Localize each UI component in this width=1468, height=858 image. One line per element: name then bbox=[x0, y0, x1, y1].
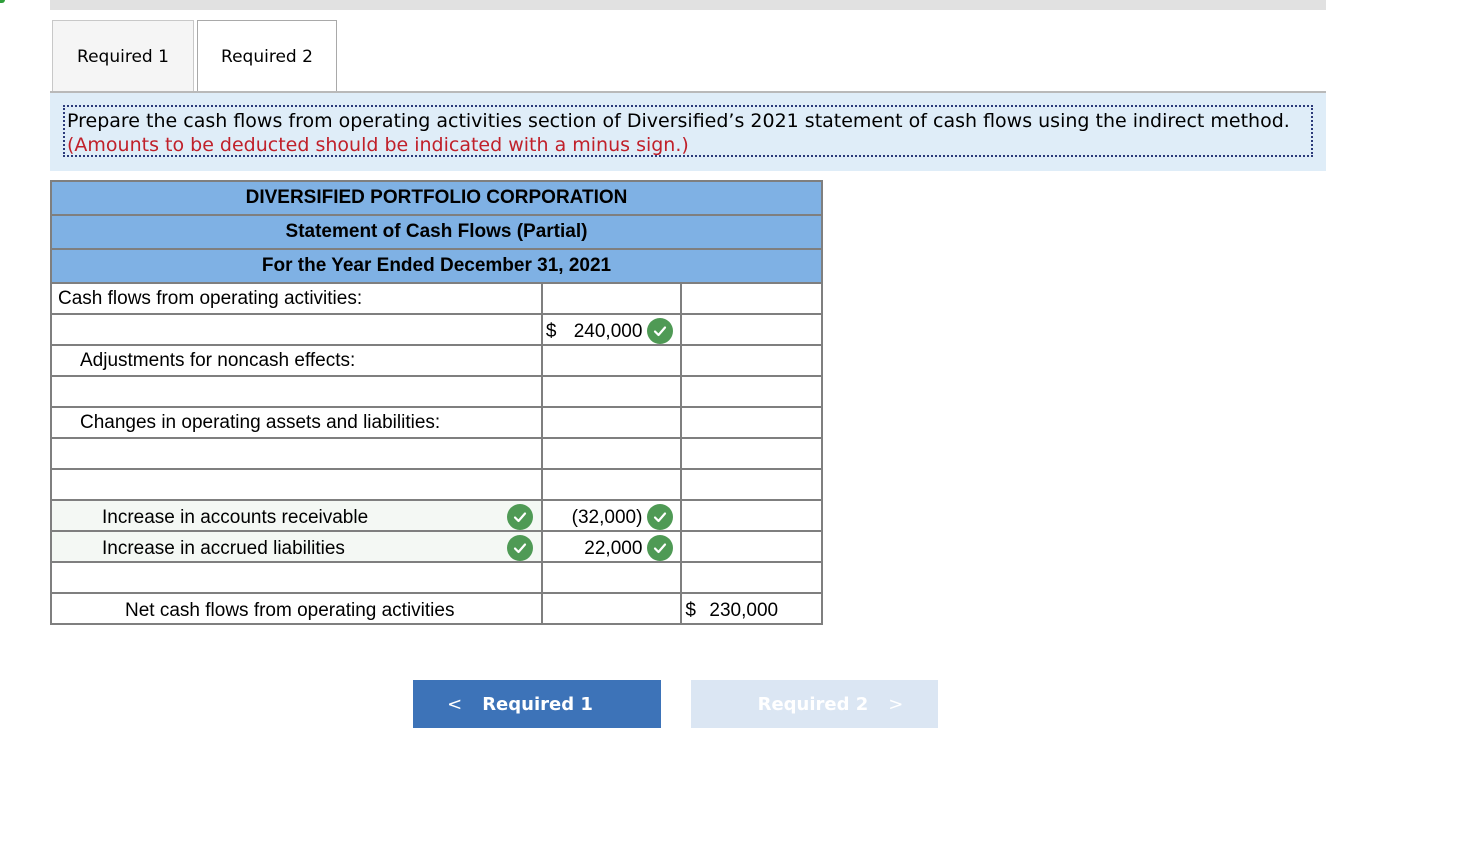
accrued-label: Increase in accrued liabilities bbox=[102, 538, 345, 559]
check-icon bbox=[506, 535, 533, 561]
chevron-right-icon: > bbox=[888, 693, 904, 715]
table-row: Increase in accrued liabilities 22,000 bbox=[50, 530, 823, 563]
input-cell[interactable] bbox=[680, 375, 823, 408]
net-income-amount-cell[interactable]: $ 240,000 bbox=[540, 313, 683, 346]
ar-label: Increase in accounts receivable bbox=[102, 507, 369, 528]
instructions-main: Prepare the cash flows from operating ac… bbox=[67, 110, 1290, 132]
ar-amount: (32,000) bbox=[571, 507, 643, 528]
input-cell[interactable] bbox=[50, 468, 543, 501]
next-button[interactable]: Required 2 > bbox=[691, 680, 938, 728]
input-cell[interactable] bbox=[540, 592, 683, 625]
input-cell[interactable] bbox=[680, 468, 823, 501]
prev-button[interactable]: < Required 1 bbox=[413, 680, 661, 728]
ar-label-cell[interactable]: Increase in accounts receivable bbox=[50, 499, 543, 532]
table-row bbox=[50, 468, 823, 501]
net-cash-label: Net cash flows from operating activities bbox=[125, 600, 455, 621]
ar-amount-cell[interactable]: (32,000) bbox=[540, 499, 683, 532]
table-row: Cash flows from operating activities: bbox=[50, 282, 823, 315]
accrued-amount: 22,000 bbox=[584, 538, 643, 559]
net-cash-amount-cell[interactable]: $ 230,000 bbox=[680, 592, 823, 625]
instructions-panel: Prepare the cash flows from operating ac… bbox=[50, 93, 1326, 171]
tab-required-1[interactable]: Required 1 bbox=[52, 20, 194, 92]
input-cell[interactable] bbox=[540, 437, 683, 470]
input-cell[interactable] bbox=[680, 406, 823, 439]
input-cell[interactable] bbox=[680, 313, 823, 346]
adjustments-label: Adjustments for noncash effects: bbox=[50, 344, 543, 377]
next-button-label: Required 2 bbox=[757, 693, 869, 715]
input-cell[interactable] bbox=[680, 561, 823, 594]
input-cell[interactable] bbox=[540, 375, 683, 408]
table-row bbox=[50, 437, 823, 470]
corner-accent bbox=[0, 0, 5, 3]
accrued-label-cell[interactable]: Increase in accrued liabilities bbox=[50, 530, 543, 563]
input-cell[interactable] bbox=[680, 282, 823, 315]
cash-flow-statement: DIVERSIFIED PORTFOLIO CORPORATION Statem… bbox=[50, 180, 823, 625]
changes-label: Changes in operating assets and liabilit… bbox=[50, 406, 543, 439]
check-icon bbox=[647, 504, 674, 530]
table-row: Increase in accounts receivable (32,000) bbox=[50, 499, 823, 532]
statement-title: Statement of Cash Flows (Partial) bbox=[50, 214, 823, 250]
input-cell[interactable] bbox=[540, 344, 683, 377]
table-row: Changes in operating assets and liabilit… bbox=[50, 406, 823, 439]
top-bar bbox=[50, 0, 1326, 10]
company-name: DIVERSIFIED PORTFOLIO CORPORATION bbox=[50, 180, 823, 216]
table-row: $ 240,000 bbox=[50, 313, 823, 346]
input-cell[interactable] bbox=[540, 561, 683, 594]
input-cell[interactable] bbox=[540, 282, 683, 315]
input-cell[interactable] bbox=[680, 344, 823, 377]
input-cell[interactable] bbox=[50, 561, 543, 594]
check-icon bbox=[647, 535, 674, 561]
statement-period: For the Year Ended December 31, 2021 bbox=[50, 248, 823, 284]
input-cell[interactable] bbox=[540, 468, 683, 501]
instructions-text: Prepare the cash flows from operating ac… bbox=[63, 105, 1313, 157]
input-cell[interactable] bbox=[680, 499, 823, 532]
accrued-amount-cell[interactable]: 22,000 bbox=[540, 530, 683, 563]
operating-activities-label: Cash flows from operating activities: bbox=[50, 282, 543, 315]
chevron-left-icon: < bbox=[447, 693, 463, 715]
table-row: Net cash flows from operating activities… bbox=[50, 592, 823, 625]
input-cell[interactable] bbox=[50, 375, 543, 408]
currency-symbol: $ bbox=[685, 600, 696, 621]
table-row bbox=[50, 375, 823, 408]
instructions-note: (Amounts to be deducted should be indica… bbox=[67, 134, 689, 156]
currency-symbol: $ bbox=[545, 321, 557, 342]
net-income-amount: 240,000 bbox=[573, 321, 643, 342]
table-row: Adjustments for noncash effects: bbox=[50, 344, 823, 377]
check-icon bbox=[647, 318, 674, 344]
input-cell[interactable] bbox=[50, 313, 543, 346]
prev-button-label: Required 1 bbox=[482, 693, 593, 715]
table-row bbox=[50, 561, 823, 594]
input-cell[interactable] bbox=[680, 530, 823, 563]
tab-required-2[interactable]: Required 2 bbox=[197, 20, 337, 93]
input-cell[interactable] bbox=[540, 406, 683, 439]
net-cash-label-cell: Net cash flows from operating activities bbox=[50, 592, 543, 625]
input-cell[interactable] bbox=[680, 437, 823, 470]
input-cell[interactable] bbox=[50, 437, 543, 470]
net-cash-amount: 230,000 bbox=[709, 600, 779, 621]
check-icon bbox=[506, 504, 533, 530]
